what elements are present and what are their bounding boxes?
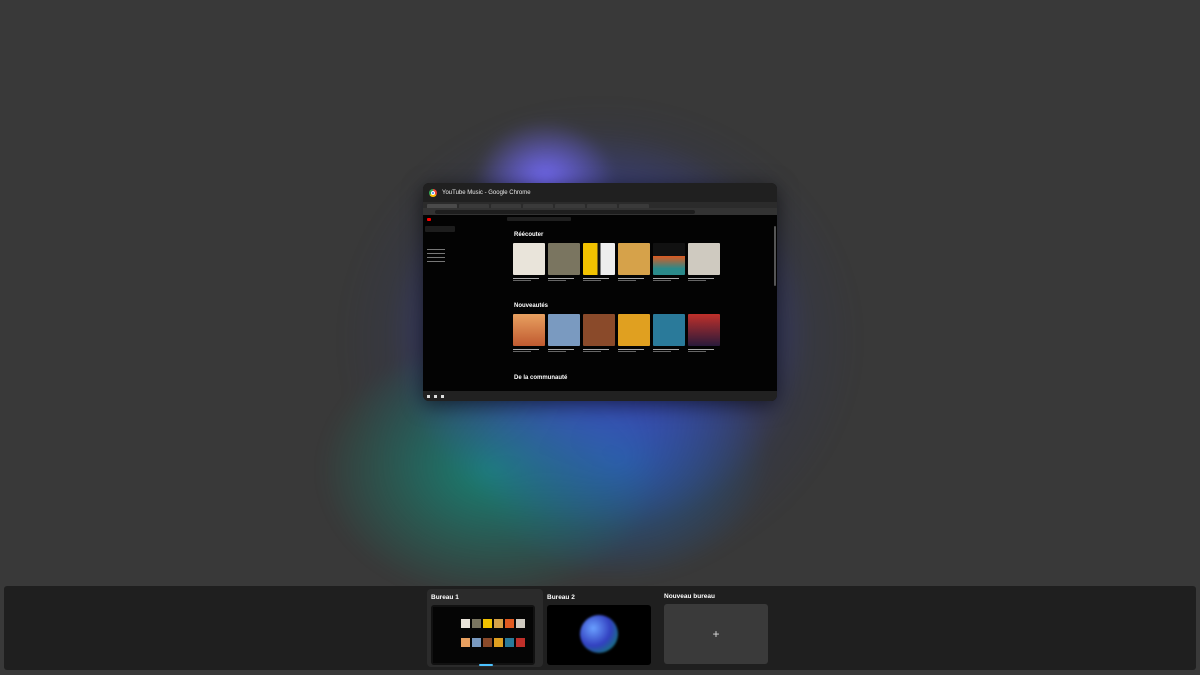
wallpaper-orb-preview [580, 615, 618, 653]
new-desktop-button[interactable]: + [664, 604, 768, 664]
ytmusic-sidebar [423, 223, 457, 391]
desktop-2[interactable]: Bureau 2 [547, 594, 651, 665]
section-title-communaute: De la communauté [514, 375, 568, 381]
album-card [548, 314, 580, 352]
browser-tab [427, 204, 457, 208]
address-bar [423, 208, 777, 215]
album-card [618, 243, 650, 281]
album-card [583, 243, 615, 281]
ytmusic-search-bar [507, 217, 571, 221]
album-card [653, 243, 685, 281]
ytmusic-player-bar [423, 391, 777, 401]
scrollbar [774, 226, 776, 286]
browser-tab [619, 204, 649, 208]
sidebar-playlist [427, 253, 445, 254]
window-titlebar: YouTube Music - Google Chrome [423, 183, 777, 202]
chrome-window-thumbnail[interactable]: YouTube Music - Google Chrome Réécouter [423, 183, 777, 401]
sidebar-playlist [427, 257, 445, 258]
sidebar-item [425, 233, 455, 239]
window-title: YouTube Music - Google Chrome [442, 189, 531, 196]
album-card [618, 314, 650, 352]
new-desktop-label: Nouveau bureau [664, 593, 715, 600]
browser-tab [523, 204, 553, 208]
task-view-desktops-bar: Bureau 1 Bureau 2 Nouveau bureau + [4, 586, 1196, 670]
album-row [513, 243, 720, 281]
album-card [513, 243, 545, 281]
plus-icon: + [712, 627, 720, 641]
album-card [583, 314, 615, 352]
new-desktop[interactable]: Nouveau bureau + [664, 593, 768, 664]
desktop-1-label: Bureau 1 [431, 594, 459, 601]
sidebar-divider [427, 249, 445, 250]
active-desktop-indicator [479, 664, 493, 666]
youtube-music-logo-icon [427, 217, 431, 221]
desktop-2-thumbnail[interactable] [547, 605, 651, 665]
chrome-icon [429, 188, 437, 197]
url-field [435, 209, 695, 214]
previous-icon [427, 394, 430, 398]
ytmusic-header [423, 215, 777, 223]
desktop-2-label: Bureau 2 [547, 594, 575, 601]
section-title-nouveautes: Nouveautés [514, 303, 549, 309]
album-card [688, 243, 720, 281]
sidebar-item [425, 226, 455, 232]
album-card [513, 314, 545, 352]
ytmusic-content: Réécouter Nouveautés De la communauté [423, 223, 777, 391]
browser-tab [459, 204, 489, 208]
sidebar-item [425, 240, 455, 246]
album-card [688, 314, 720, 352]
browser-tab [491, 204, 521, 208]
play-icon [434, 394, 437, 398]
desktop-1[interactable]: Bureau 1 [427, 589, 543, 667]
next-icon [441, 394, 444, 398]
album-card [653, 314, 685, 352]
album-row [513, 314, 720, 352]
ytmusic-main: Réécouter Nouveautés De la communauté [457, 223, 777, 391]
desktop-1-thumbnail[interactable] [431, 605, 535, 665]
mini-window-preview [433, 607, 533, 663]
browser-tab [555, 204, 585, 208]
album-card [548, 243, 580, 281]
browser-tab [587, 204, 617, 208]
section-title-reecouter: Réécouter [514, 232, 544, 238]
sidebar-playlist [427, 261, 445, 262]
